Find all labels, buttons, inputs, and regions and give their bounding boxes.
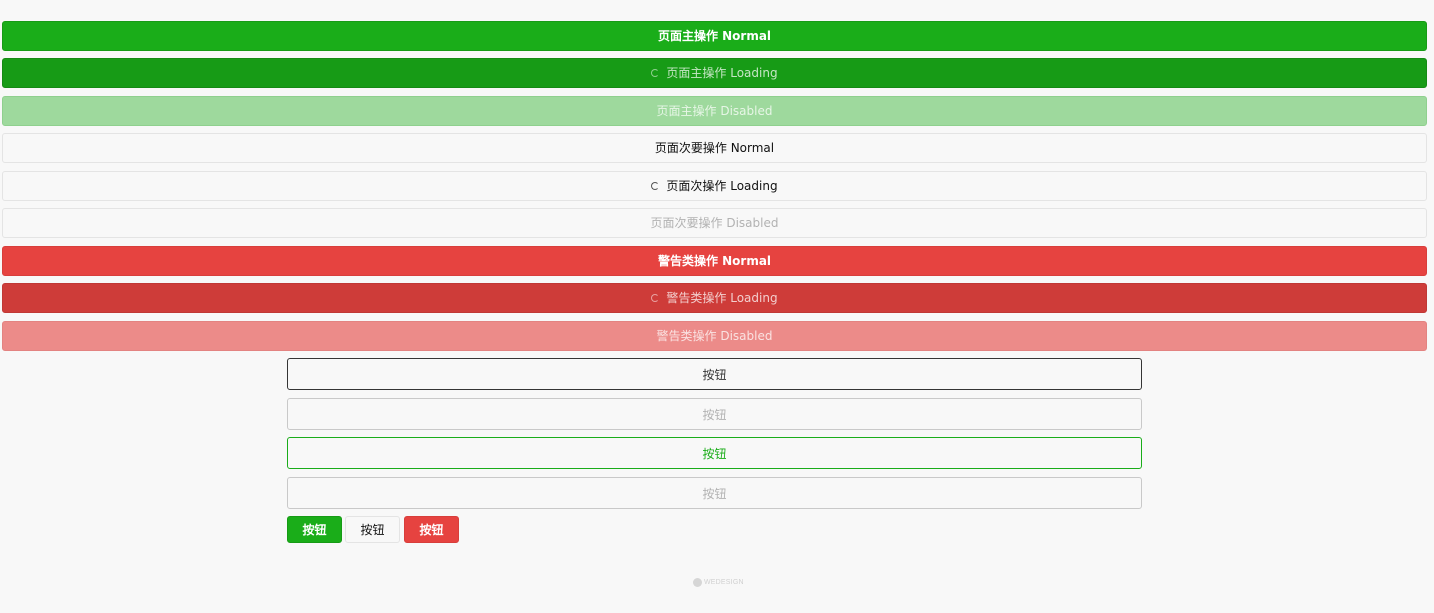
loading-spinner-icon [651,294,660,302]
primary-button-label: 页面主操作 Normal [657,29,772,43]
footer-logo-text: WEDESIGN [704,579,744,586]
wedesign-logo-icon [693,578,702,587]
plain-default-disabled-button: 按钮 [287,398,1142,430]
footer-logo: WEDESIGN [693,578,744,587]
default-disabled-button: 页面次要操作 Disabled [2,208,1427,238]
warn-button[interactable]: 警告类操作 Normal [2,246,1427,276]
plain-primary-button-label: 按钮 [702,446,727,461]
mini-primary-button[interactable]: 按钮 [287,516,342,543]
plain-primary-disabled-button-label: 按钮 [702,486,727,501]
button-demo-page: 页面主操作 Normal 页面主操作 Loading 页面主操作 Disable… [0,0,1434,613]
loading-spinner-icon [651,69,660,77]
warn-loading-button-label: 警告类操作 Loading [666,291,778,305]
default-button[interactable]: 页面次要操作 Normal [2,133,1427,163]
warn-disabled-button-label: 警告类操作 Disabled [656,329,773,343]
primary-loading-button-label: 页面主操作 Loading [666,66,778,80]
mini-primary-button-label: 按钮 [302,523,327,537]
plain-primary-disabled-button: 按钮 [287,477,1142,509]
mini-warn-button-label: 按钮 [419,523,444,537]
warn-disabled-button: 警告类操作 Disabled [2,321,1427,351]
primary-button[interactable]: 页面主操作 Normal [2,21,1427,51]
default-loading-button[interactable]: 页面次操作 Loading [2,171,1427,201]
plain-default-button[interactable]: 按钮 [287,358,1142,390]
plain-primary-button[interactable]: 按钮 [287,437,1142,469]
primary-disabled-button: 页面主操作 Disabled [2,96,1427,126]
loading-spinner-icon [651,182,660,190]
default-loading-button-label: 页面次操作 Loading [666,179,778,193]
mini-default-button-label: 按钮 [360,523,385,537]
primary-disabled-button-label: 页面主操作 Disabled [656,104,773,118]
warn-loading-button[interactable]: 警告类操作 Loading [2,283,1427,313]
plain-default-button-label: 按钮 [702,367,727,382]
primary-loading-button[interactable]: 页面主操作 Loading [2,58,1427,88]
default-button-label: 页面次要操作 Normal [654,141,775,155]
warn-button-label: 警告类操作 Normal [657,254,772,268]
plain-default-disabled-button-label: 按钮 [702,407,727,422]
mini-default-button[interactable]: 按钮 [345,516,400,543]
default-disabled-button-label: 页面次要操作 Disabled [650,216,779,230]
mini-warn-button[interactable]: 按钮 [404,516,459,543]
